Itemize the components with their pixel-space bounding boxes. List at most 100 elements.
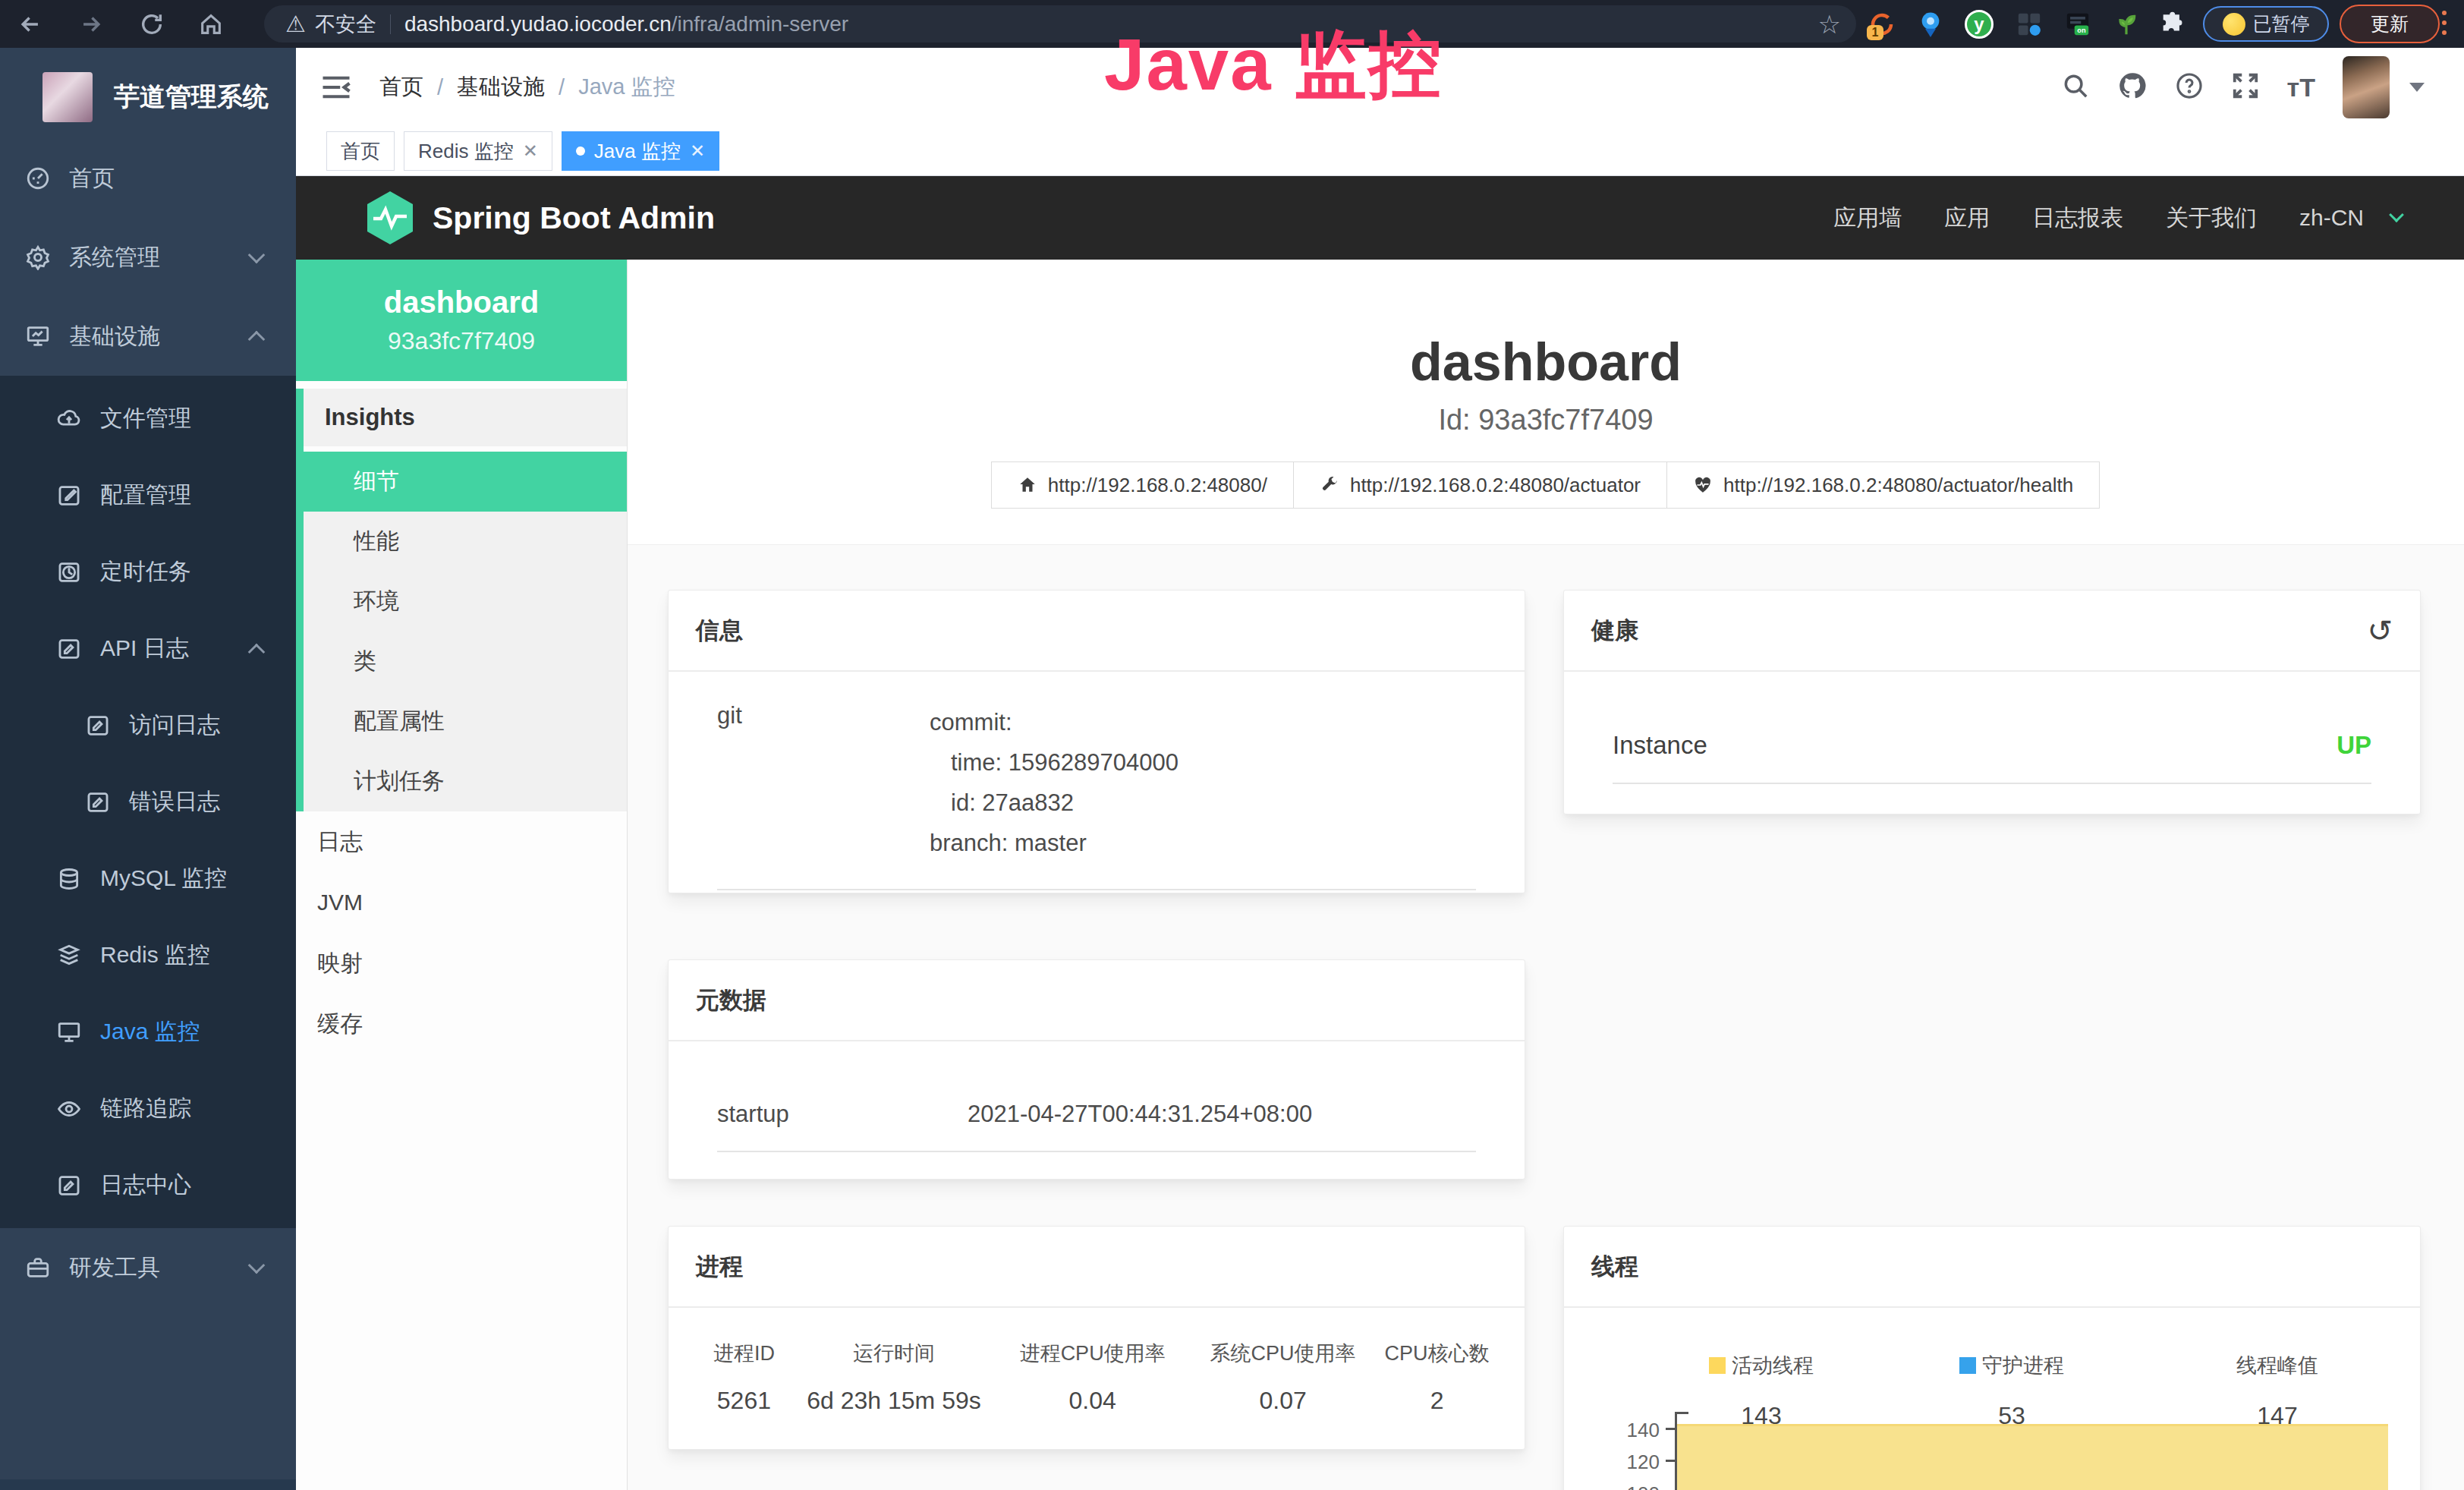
sba-nav-about[interactable]: 关于我们 [2166, 203, 2257, 234]
sba-brand-title[interactable]: Spring Boot Admin [433, 200, 715, 236]
sba-nav-journal[interactable]: 日志报表 [2032, 203, 2123, 234]
sidebar-item-trace[interactable]: 链路追踪 [0, 1070, 296, 1147]
security-label: 不安全 [315, 11, 376, 38]
profile-emoji-icon [2223, 13, 2245, 36]
app-sidebar: 芋道管理系统 首页 系统管理 基础设施 文件管理 配置管理 [0, 48, 296, 1490]
chevron-up-icon [248, 643, 266, 660]
instance-home-link[interactable]: http://192.168.0.2:48080/ [991, 461, 1294, 509]
history-icon[interactable]: ↺ [2367, 613, 2393, 648]
browser-reload-icon[interactable] [135, 0, 168, 48]
tag-redis-monitor[interactable]: Redis 监控✕ [404, 131, 552, 171]
process-id-value: 5261 [691, 1387, 797, 1415]
threads-area-chart [1676, 1424, 2388, 1490]
sidebar-item-access-logs[interactable]: 访问日志 [0, 687, 296, 764]
user-menu-caret-icon[interactable] [2409, 83, 2425, 92]
breadcrumb-current: Java 监控 [578, 72, 675, 102]
profile-paused-chip[interactable]: 已暂停 [2203, 6, 2329, 42]
live-threads-legend-swatch [1709, 1357, 1726, 1374]
browser-back-icon[interactable] [14, 0, 47, 48]
address-bar[interactable]: ⚠ 不安全 dashboard.yudao.iocoder.cn/infra/a… [264, 5, 1856, 43]
instance-health-row: Instance UP [1613, 731, 2371, 784]
font-size-icon[interactable]: тT [2287, 73, 2315, 102]
user-avatar[interactable] [2343, 56, 2390, 118]
sba-side-item-environment[interactable]: 环境 [304, 572, 627, 632]
update-label: 更新 [2371, 11, 2409, 36]
app-logo-row[interactable]: 芋道管理系统 [0, 48, 296, 131]
chevron-down-icon [248, 1257, 266, 1274]
browser-forward-icon[interactable] [74, 0, 108, 48]
extension-y-icon[interactable]: y [1962, 0, 1996, 48]
sba-side-item-metrics[interactable]: 性能 [304, 512, 627, 572]
sba-side-item-scheduled[interactable]: 计划任务 [304, 751, 627, 811]
sidebar-item-redis-monitor[interactable]: Redis 监控 [0, 917, 296, 994]
sba-side-item-classes[interactable]: 类 [304, 632, 627, 691]
instance-title: dashboard [628, 260, 2464, 389]
sidebar-item-api-logs[interactable]: API 日志 [0, 610, 296, 687]
sba-side-item-logs[interactable]: 日志 [296, 811, 627, 872]
close-icon[interactable]: ✕ [523, 140, 538, 162]
health-status-badge: UP [2337, 731, 2371, 760]
extension-grid-icon[interactable] [2012, 0, 2046, 48]
sba-side-item-jvm[interactable]: JVM [296, 872, 627, 933]
cpu-cores-value: 2 [1372, 1387, 1502, 1415]
instance-header[interactable]: dashboard 93a3fc7f7409 [296, 260, 627, 381]
sidebar-item-config-management[interactable]: 配置管理 [0, 457, 296, 534]
sidebar-item-java-monitor[interactable]: Java 监控 [0, 994, 296, 1070]
extensions-puzzle-icon[interactable] [2155, 0, 2189, 48]
metadata-card-title: 元数据 [696, 984, 766, 1016]
breadcrumb-home[interactable]: 首页 [379, 72, 423, 102]
browser-home-icon[interactable] [194, 0, 228, 48]
sba-side-item-mappings[interactable]: 映射 [296, 933, 627, 994]
sidebar-item-error-logs[interactable]: 错误日志 [0, 764, 296, 840]
startup-row: startup 2021-04-27T00:44:31.254+08:00 [717, 1101, 1476, 1152]
sidebar-item-dev-tools[interactable]: 研发工具 [0, 1228, 296, 1307]
chevron-down-icon [2389, 207, 2404, 222]
info-card-title: 信息 [696, 615, 743, 647]
hamburger-icon[interactable] [320, 74, 352, 101]
sidebar-item-log-center[interactable]: 日志中心 [0, 1147, 296, 1224]
instance-health-link[interactable]: http://192.168.0.2:48080/actuator/health [1666, 461, 2100, 509]
process-card-title: 进程 [696, 1251, 743, 1283]
browser-menu-icon[interactable] [2442, 11, 2447, 35]
extension-on-icon[interactable]: on [2061, 0, 2094, 48]
extension-pin-icon[interactable] [1914, 0, 1947, 48]
close-icon[interactable]: ✕ [690, 140, 705, 162]
fullscreen-icon[interactable] [2231, 71, 2260, 103]
health-card-title: 健康 [1591, 615, 1638, 647]
breadcrumb-infra[interactable]: 基础设施 [457, 72, 545, 102]
tags-view-bar: 首页 Redis 监控✕ Java 监控✕ [296, 127, 2464, 176]
info-card: 信息 git commit: time: 1596289704000 id: 2… [668, 590, 1525, 893]
sidebar-item-scheduled-tasks[interactable]: 定时任务 [0, 534, 296, 610]
github-icon[interactable] [2117, 71, 2148, 104]
sba-side-item-details[interactable]: 细节 [304, 452, 627, 512]
process-cpu-value: 0.04 [991, 1387, 1194, 1415]
sidebar-item-home[interactable]: 首页 [0, 139, 296, 218]
sidebar-item-system[interactable]: 系统管理 [0, 218, 296, 297]
spring-boot-admin-logo [364, 190, 416, 246]
sba-side-item-config-props[interactable]: 配置属性 [304, 691, 627, 751]
sba-instance-sidebar: dashboard 93a3fc7f7409 Insights 细节 性能 环境… [296, 260, 628, 1490]
chevron-down-icon [248, 247, 266, 264]
tag-home[interactable]: 首页 [326, 131, 395, 171]
url-host: dashboard.yudao.iocoder.cn [404, 12, 672, 36]
sba-nav-applications[interactable]: 应用 [1944, 203, 1990, 234]
browser-update-button[interactable]: 更新 [2340, 5, 2440, 43]
sba-locale-select[interactable]: zh-CN [2299, 205, 2364, 231]
annotation-overlay-text: Java 监控 [1104, 17, 1443, 115]
instance-actuator-link[interactable]: http://192.168.0.2:48080/actuator [1293, 461, 1667, 509]
extension-refresh-icon[interactable]: 1 [1863, 0, 1901, 48]
sba-nav-wallboard[interactable]: 应用墙 [1833, 203, 1902, 234]
help-icon[interactable] [2175, 71, 2204, 103]
paused-label: 已暂停 [2253, 11, 2310, 36]
sidebar-item-infrastructure[interactable]: 基础设施 [0, 297, 296, 376]
search-icon[interactable] [2061, 71, 2090, 103]
bookmark-star-icon[interactable]: ☆ [1818, 9, 1841, 39]
extension-plant-icon[interactable] [2110, 0, 2143, 48]
sba-side-insights-label[interactable]: Insights [304, 389, 627, 446]
sba-side-item-caches[interactable]: 缓存 [296, 994, 627, 1054]
sidebar-item-file-management[interactable]: 文件管理 [0, 380, 296, 457]
sba-navbar: Spring Boot Admin 应用墙 应用 日志报表 关于我们 zh-CN [296, 176, 2464, 260]
tag-java-monitor[interactable]: Java 监控✕ [562, 131, 719, 171]
sidebar-item-mysql-monitor[interactable]: MySQL 监控 [0, 840, 296, 917]
not-secure-warning-icon: ⚠ [285, 11, 306, 37]
